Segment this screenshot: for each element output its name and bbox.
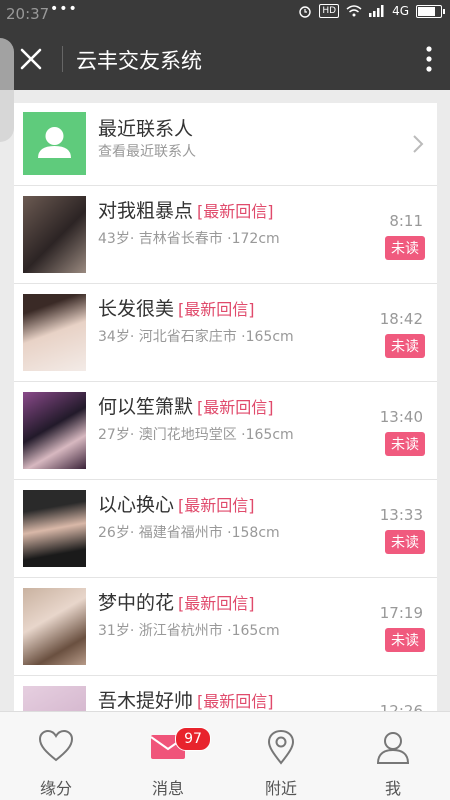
contact-row[interactable]: 以心换心 [最新回信] 26岁· 福建省福州市 ·158cm 13:33 未读 <box>14 480 437 578</box>
battery-fill <box>418 6 435 16</box>
reply-tag: [最新回信] <box>178 496 255 515</box>
status-bar: 20:37 ••• HD 4G <box>0 0 450 28</box>
contact-name: 对我粗暴点 <box>98 200 194 222</box>
contact-row[interactable]: 何以笙箫默 [最新回信] 27岁· 澳门花地玛堂区 ·165cm 13:40 未读 <box>14 382 437 480</box>
location-pin-icon <box>267 729 295 765</box>
contact-info: 43岁· 吉林省长春市 ·172cm <box>98 231 280 247</box>
contact-name: 梦中的花 <box>98 592 175 614</box>
contact-name-line: 长发很美 [最新回信] <box>98 294 255 321</box>
contact-info: 31岁· 浙江省杭州市 ·165cm <box>98 623 280 639</box>
user-silhouette-icon <box>38 127 71 158</box>
page-title: 云丰交友系统 <box>76 49 202 73</box>
contact-info: 26岁· 福建省福州市 ·158cm <box>98 525 280 541</box>
contact-list: 最近联系人 查看最近联系人 对我粗暴点 [最新回信] 43岁· 吉林省长春市 ·1… <box>14 103 437 774</box>
contact-avatar <box>23 588 86 665</box>
tab-messages[interactable]: 97 消息 <box>112 712 224 800</box>
battery-icon <box>416 4 445 18</box>
tab-yuanfen[interactable]: 缘分 <box>0 712 112 800</box>
unread-badge: 未读 <box>385 432 425 456</box>
contact-row[interactable]: 对我粗暴点 [最新回信] 43岁· 吉林省长春市 ·172cm 8:11 未读 <box>14 186 437 284</box>
message-time: 18:42 <box>379 310 423 328</box>
hd-badge: HD <box>319 4 340 18</box>
reply-tag: [最新回信] <box>197 398 274 417</box>
user-icon <box>376 732 410 764</box>
tab-label: 附近 <box>264 779 297 798</box>
title-divider <box>62 46 63 72</box>
message-time: 17:19 <box>379 604 423 622</box>
unread-badge: 未读 <box>385 628 425 652</box>
contact-name-line: 吾木提好帅 [最新回信] <box>98 686 274 713</box>
reply-tag: [最新回信] <box>197 692 274 711</box>
recent-contacts-subtitle: 查看最近联系人 <box>98 144 196 160</box>
message-time: 13:33 <box>379 506 423 524</box>
more-vertical-icon[interactable] <box>424 44 434 74</box>
close-icon[interactable] <box>16 44 46 74</box>
message-time: 13:40 <box>379 408 423 426</box>
alarm-icon <box>299 6 312 18</box>
tab-nearby[interactable]: 附近 <box>225 712 337 800</box>
wifi-icon <box>346 5 362 17</box>
contact-avatar <box>23 196 86 273</box>
contact-avatar <box>23 392 86 469</box>
recent-contacts-avatar <box>23 112 86 175</box>
tab-label: 我 <box>384 779 401 798</box>
recent-contacts-title: 最近联系人 <box>98 118 194 140</box>
network-type: 4G <box>392 4 409 18</box>
reply-tag: [最新回信] <box>197 202 274 221</box>
unread-badge: 未读 <box>385 530 425 554</box>
contact-info: 34岁· 河北省石家庄市 ·165cm <box>98 329 294 345</box>
contact-row[interactable]: 长发很美 [最新回信] 34岁· 河北省石家庄市 ·165cm 18:42 未读 <box>14 284 437 382</box>
tab-label: 缘分 <box>39 779 72 798</box>
contact-avatar <box>23 294 86 371</box>
message-count-badge: 97 <box>175 727 211 751</box>
reply-tag: [最新回信] <box>178 300 255 319</box>
tab-label: 消息 <box>151 779 184 798</box>
message-time: 8:11 <box>389 212 423 230</box>
contact-name-line: 以心换心 [最新回信] <box>98 490 255 517</box>
side-drawer-handle[interactable] <box>0 38 14 142</box>
contact-name: 何以笙箫默 <box>98 396 194 418</box>
contact-name: 长发很美 <box>98 298 175 320</box>
contact-name: 吾木提好帅 <box>98 690 194 712</box>
reply-tag: [最新回信] <box>178 594 255 613</box>
contact-info: 27岁· 澳门花地玛堂区 ·165cm <box>98 427 294 443</box>
contact-name: 以心换心 <box>98 494 175 516</box>
recent-contacts-row[interactable]: 最近联系人 查看最近联系人 <box>14 103 437 186</box>
notification-dots: ••• <box>50 1 78 17</box>
tab-me[interactable]: 我 <box>337 712 449 800</box>
contact-row[interactable]: 梦中的花 [最新回信] 31岁· 浙江省杭州市 ·165cm 17:19 未读 <box>14 578 437 676</box>
contact-name-line: 何以笙箫默 [最新回信] <box>98 392 274 419</box>
bottom-tab-bar: 缘分 97 消息 附近 我 <box>0 711 450 800</box>
unread-badge: 未读 <box>385 236 425 260</box>
contact-name-line: 梦中的花 [最新回信] <box>98 588 255 615</box>
contact-name-line: 对我粗暴点 [最新回信] <box>98 196 274 223</box>
unread-badge: 未读 <box>385 334 425 358</box>
title-bar: 云丰交友系统 <box>0 28 450 90</box>
contact-avatar <box>23 490 86 567</box>
heart-icon <box>38 729 74 762</box>
signal-icon <box>369 5 384 17</box>
chevron-right-icon <box>413 135 424 153</box>
status-icons: HD 4G <box>298 4 445 18</box>
